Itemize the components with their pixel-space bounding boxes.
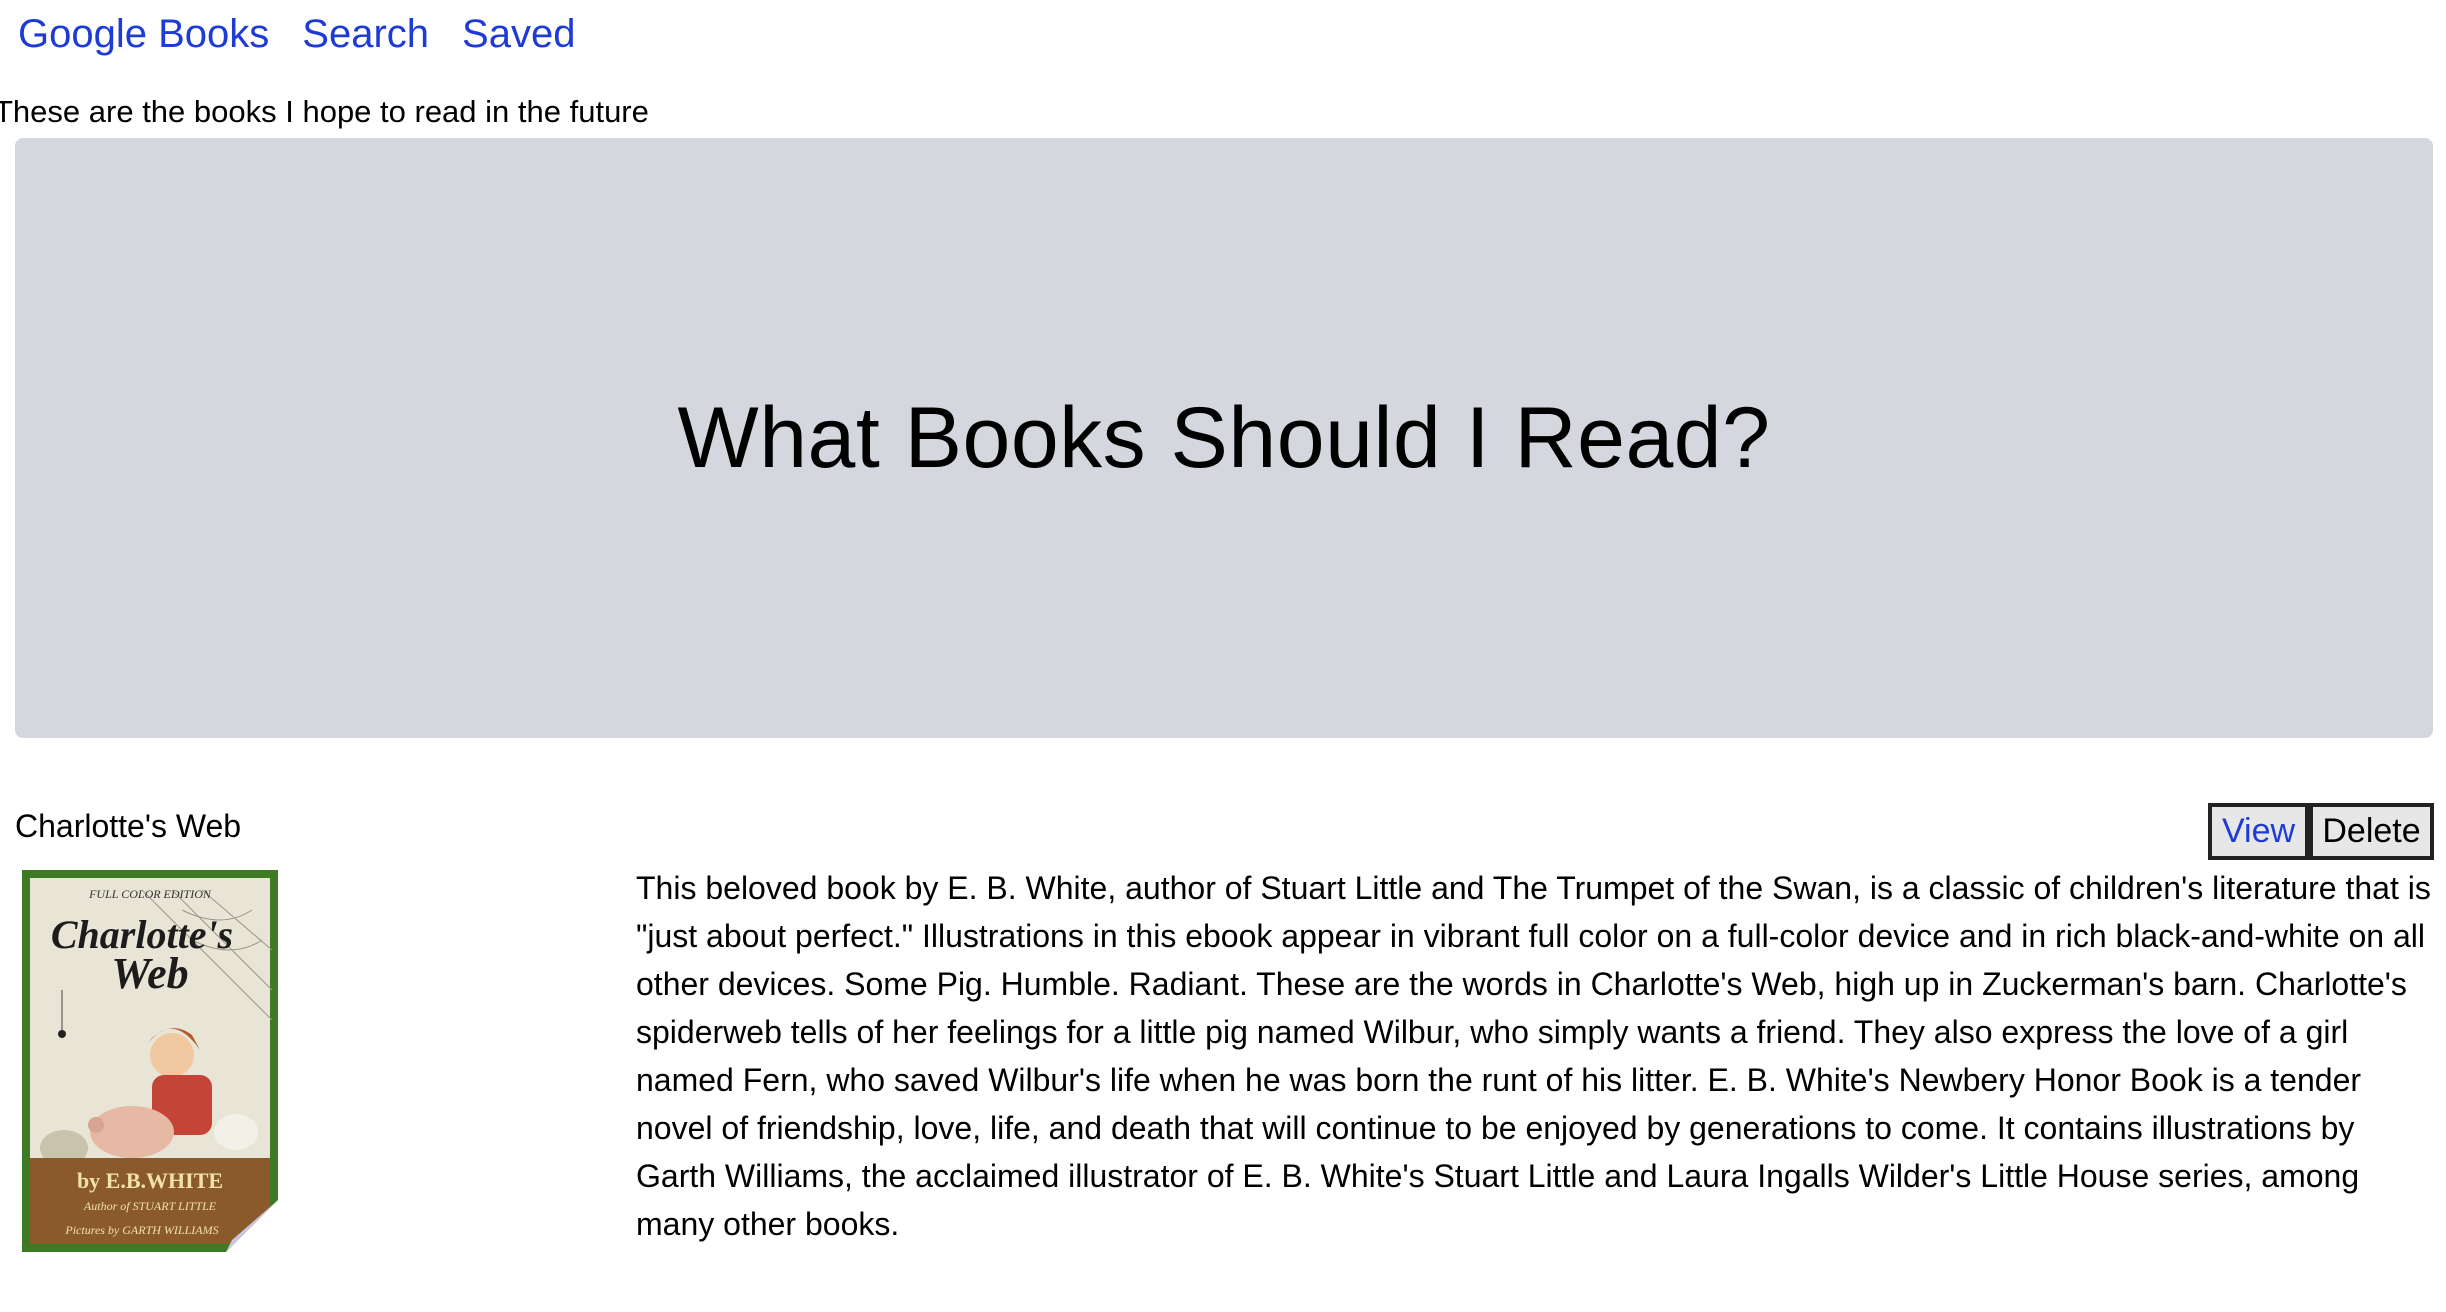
cover-author-sub: Author of STUART LITTLE [83, 1199, 217, 1213]
description-line: other devices. Some Pig. Humble. Radiant… [636, 966, 2407, 1002]
description-line: Garth Williams, the acclaimed illustrato… [636, 1158, 2360, 1194]
book-cover-image: FULL COLOR EDITION Charlotte's Web by E.… [22, 870, 278, 1252]
book-actions: View Delete [2208, 803, 2434, 860]
nav-link-search[interactable]: Search [302, 12, 429, 57]
top-nav: Google Books Search Saved [18, 6, 608, 62]
cover-edition-text: FULL COLOR EDITION [88, 887, 212, 901]
book-title: Charlotte's Web [15, 808, 242, 844]
hero-banner: What Books Should I Read? [15, 138, 2433, 738]
cover-illustrator: Pictures by GARTH WILLIAMS [64, 1223, 218, 1237]
delete-button[interactable]: Delete [2309, 803, 2434, 860]
description-line: "just about perfect." Illustrations in t… [636, 918, 2425, 954]
description-line: spiderweb tells of her feelings for a li… [636, 1014, 2349, 1050]
description-line: named Fern, who saved Wilbur's life when… [636, 1062, 2362, 1098]
hero-title: What Books Should I Read? [677, 389, 1771, 486]
page-tagline: These are the books I hope to read in th… [0, 94, 649, 129]
nav-link-saved[interactable]: Saved [462, 12, 575, 57]
description-line: This beloved book by E. B. White, author… [636, 870, 2431, 906]
description-line: many other books. [636, 1206, 900, 1242]
description-line: novel of friendship, love, life, and dea… [636, 1110, 2355, 1146]
cover-title-line2: Web [111, 949, 188, 998]
cover-author: by E.B.WHITE [77, 1168, 223, 1193]
nav-link-google-books[interactable]: Google Books [18, 12, 269, 57]
view-button[interactable]: View [2208, 803, 2309, 860]
book-description: This beloved book by E. B. White, author… [636, 864, 2436, 1248]
